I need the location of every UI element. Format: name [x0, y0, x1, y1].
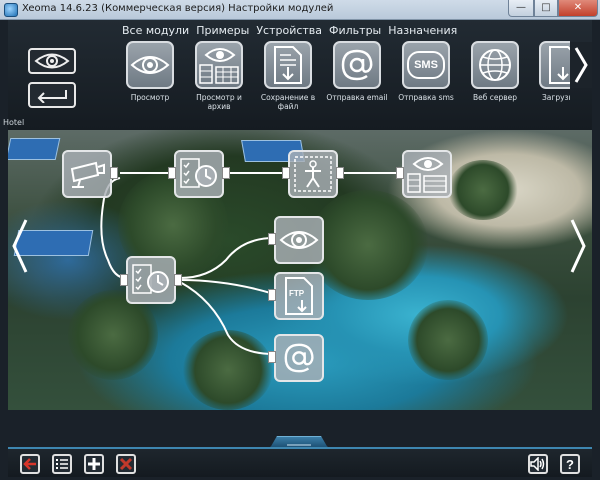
scheduler-icon: [180, 158, 217, 188]
back-arrow-icon: [37, 90, 67, 103]
module-label: Загрузка на FTP-се: [542, 93, 570, 102]
camera-icon: [70, 161, 105, 188]
module-send-sms[interactable]: SMS Отправка sms: [393, 41, 459, 102]
preview-button[interactable]: [28, 48, 76, 74]
modules-next-button[interactable]: [570, 42, 592, 88]
save-file-icon: [274, 46, 302, 84]
help-button[interactable]: ?: [560, 454, 580, 474]
eye-icon: [34, 53, 70, 69]
motion-detector-node[interactable]: [288, 150, 338, 198]
output-port[interactable]: [174, 274, 182, 286]
exit-button[interactable]: [20, 454, 40, 474]
window-titlebar: Xeoma 14.6.23 (Коммерческая версия) Наст…: [0, 0, 600, 20]
output-port[interactable]: [222, 167, 230, 179]
input-port[interactable]: [120, 274, 128, 286]
input-port[interactable]: [268, 351, 276, 363]
email-node[interactable]: [274, 334, 324, 382]
module-label: Отправка sms: [398, 93, 454, 102]
delete-button[interactable]: [116, 454, 136, 474]
menu-item-examples[interactable]: Примеры: [196, 24, 249, 37]
module-send-email[interactable]: Отправка email: [324, 41, 390, 102]
close-button[interactable]: ✕: [558, 0, 598, 17]
camera-preview: FTP: [8, 130, 592, 410]
maximize-button[interactable]: □: [534, 0, 558, 17]
sms-icon: SMS: [407, 51, 445, 79]
app-logo-icon: [4, 3, 18, 17]
list-button[interactable]: [52, 454, 72, 474]
add-button[interactable]: [84, 454, 104, 474]
module-ftp-upload[interactable]: Загрузка на FTP-се: [530, 41, 570, 102]
ftp-upload-node[interactable]: FTP: [274, 272, 324, 320]
input-port[interactable]: [168, 167, 176, 179]
question-icon: ?: [566, 456, 574, 472]
minimize-button[interactable]: —: [508, 0, 534, 17]
module-view[interactable]: Просмотр: [117, 41, 183, 102]
sms-icon-text: SMS: [414, 59, 438, 71]
view-archive-node[interactable]: [402, 150, 452, 198]
list-icon: [56, 459, 68, 469]
ftp-icon: [549, 46, 570, 84]
module-web-server[interactable]: Веб сервер: [462, 41, 528, 102]
module-save-file[interactable]: Сохранение в файл: [255, 41, 321, 111]
module-label: Просмотр: [130, 93, 170, 102]
module-category-menu: Все модули Примеры Устройства Фильтры На…: [122, 24, 464, 37]
camera-node[interactable]: [62, 150, 112, 198]
exit-arrow-icon: [23, 458, 36, 470]
at-icon: [284, 343, 314, 373]
ftp-icon: FTP: [285, 277, 313, 315]
view-node[interactable]: [274, 216, 324, 264]
camera-name-label: Hotel: [3, 118, 25, 127]
scheduler-node[interactable]: [174, 150, 224, 198]
menu-item-all-modules[interactable]: Все модули: [122, 24, 189, 37]
sound-button[interactable]: [528, 454, 548, 474]
ftp-icon-text: FTP: [289, 289, 305, 298]
bottom-toolbar: ?: [8, 447, 592, 477]
scheduler-node-2[interactable]: [126, 256, 176, 304]
eye-archive-icon: [407, 157, 447, 193]
chevron-right-icon: [574, 47, 588, 83]
module-label: Сохранение в файл: [260, 93, 316, 111]
menu-item-devices[interactable]: Устройства: [256, 24, 322, 37]
eye-icon: [130, 56, 170, 74]
output-port[interactable]: [110, 167, 118, 179]
module-label: Просмотр и архив: [196, 93, 242, 111]
menu-item-filters[interactable]: Фильтры: [329, 24, 381, 37]
back-button[interactable]: [28, 82, 76, 108]
module-label: Отправка email: [326, 93, 388, 102]
output-port[interactable]: [336, 167, 344, 179]
motion-detector-icon: [294, 156, 332, 192]
plus-icon: [88, 458, 100, 470]
at-icon: [341, 49, 373, 81]
eye-icon: [279, 231, 319, 249]
globe-icon: [479, 49, 511, 81]
input-port[interactable]: [396, 167, 404, 179]
input-port[interactable]: [268, 289, 276, 301]
menu-item-destinations[interactable]: Назначения: [388, 24, 457, 37]
speaker-icon: [530, 457, 545, 471]
module-view-archive[interactable]: Просмотр и архив: [186, 41, 252, 111]
eye-archive-icon: [199, 48, 239, 84]
window-title: Xeoma 14.6.23 (Коммерческая версия) Наст…: [22, 3, 334, 14]
next-camera-button[interactable]: [568, 218, 588, 274]
input-port[interactable]: [282, 167, 290, 179]
module-label: Веб сервер: [472, 93, 518, 102]
cross-icon: [119, 457, 133, 471]
input-port[interactable]: [268, 233, 276, 245]
previous-camera-button[interactable]: [10, 218, 30, 274]
scheduler-icon: [132, 264, 169, 294]
